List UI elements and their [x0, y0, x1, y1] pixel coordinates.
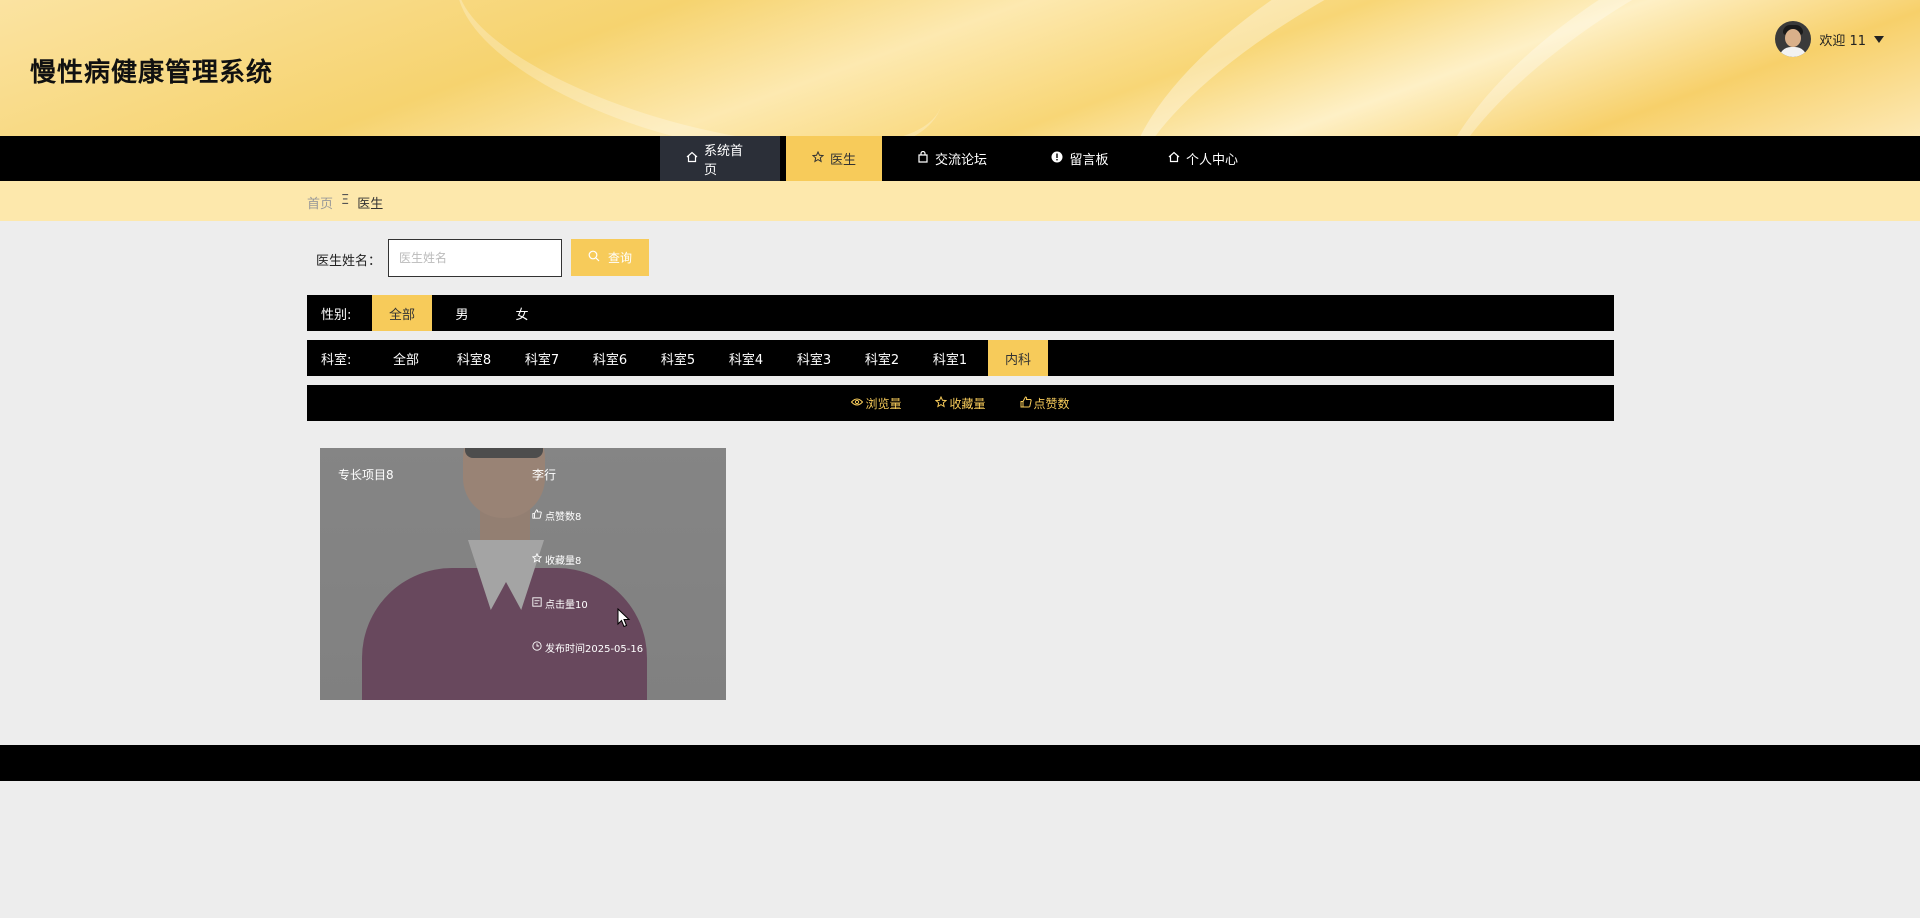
department-filter: 科室: 全部 科室8 科室7 科室6 科室5 科室4 科室3 科室2 科室1 内…: [307, 340, 1614, 376]
breadcrumb-current: 医生: [357, 197, 384, 212]
home-icon: [1168, 151, 1180, 166]
user-menu[interactable]: 欢迎 11: [1775, 21, 1884, 57]
sort-by-likes[interactable]: 点赞数: [1020, 395, 1070, 412]
breadcrumb: 首页 Ξ 医生: [307, 193, 383, 212]
doctor-published: 发布时间2025-05-16: [532, 640, 644, 655]
gender-filter-label: 性别:: [321, 307, 352, 323]
gender-filter: 性别: 全部 男 女: [307, 295, 1614, 331]
nav-item-doctor[interactable]: 医生: [786, 136, 882, 181]
nav-item-forum[interactable]: 交流论坛: [882, 136, 1022, 181]
nav-item-profile[interactable]: 个人中心: [1138, 136, 1268, 181]
department-option[interactable]: 科室8: [440, 340, 508, 376]
search-button[interactable]: 查询: [571, 239, 649, 276]
site-header: 慢性病健康管理系统 欢迎 11: [0, 0, 1920, 136]
breadcrumb-home[interactable]: 首页: [307, 193, 333, 212]
department-option[interactable]: 科室1: [916, 340, 984, 376]
star-icon: [531, 552, 543, 566]
doctor-specialty: 专长项目8: [338, 468, 394, 482]
doctor-favorites-text: 收藏量8: [545, 555, 582, 567]
gender-option-male[interactable]: 男: [432, 295, 492, 331]
department-option[interactable]: 科室3: [780, 340, 848, 376]
doctor-clicks-text: 点击量10: [545, 599, 588, 611]
breadcrumb-separator: Ξ: [341, 193, 350, 208]
home-icon: [686, 151, 698, 166]
avatar[interactable]: [1775, 21, 1812, 57]
sort-label: 浏览量: [865, 396, 902, 411]
doctor-likes: 点赞数8: [532, 508, 643, 523]
nav-item-home[interactable]: 系统首页: [660, 136, 780, 181]
header-decoration: [432, 0, 968, 136]
department-option[interactable]: 全部: [372, 340, 440, 376]
site-footer: [0, 745, 1920, 781]
doctor-published-text: 发布时间2025-05-16: [545, 643, 644, 655]
department-option[interactable]: 科室7: [508, 340, 576, 376]
sort-by-views[interactable]: 浏览量: [851, 395, 901, 412]
welcome-text[interactable]: 欢迎 11: [1819, 30, 1866, 49]
breadcrumb-bar: 首页 Ξ 医生: [0, 181, 1920, 221]
thumb-icon: [1020, 395, 1032, 411]
doctor-likes-text: 点赞数8: [545, 511, 582, 523]
department-option[interactable]: 科室2: [848, 340, 916, 376]
nav-item-label: 留言板: [1069, 153, 1109, 168]
doctor-name-input[interactable]: [388, 239, 562, 277]
department-option[interactable]: 科室5: [644, 340, 712, 376]
eye-icon: [851, 396, 864, 410]
thumb-icon: [532, 508, 542, 522]
star-icon: [935, 395, 948, 411]
gender-option-all[interactable]: 全部: [372, 295, 432, 331]
department-option-selected[interactable]: 内科: [988, 340, 1048, 376]
clock-icon: [532, 640, 542, 654]
site-title: 慢性病健康管理系统: [30, 58, 274, 88]
nav-item-label: 医生: [830, 153, 857, 168]
doctor-name: 李行: [532, 468, 557, 482]
gender-option-female[interactable]: 女: [492, 295, 552, 331]
card-overlay: [320, 448, 726, 700]
department-option[interactable]: 科室6: [576, 340, 644, 376]
alert-icon: [1051, 151, 1063, 166]
sort-label: 点赞数: [1033, 396, 1070, 411]
sort-label: 收藏量: [949, 396, 986, 411]
department-option[interactable]: 科室4: [712, 340, 780, 376]
doctor-info: 李行 点赞数8 收藏量8 点击量10 发布时间2025-05-16: [531, 466, 644, 684]
nav-item-label: 系统首页: [704, 143, 744, 178]
mouse-cursor-icon: [617, 607, 631, 632]
nav-item-label: 个人中心: [1185, 153, 1238, 168]
search-label: 医生姓名：: [316, 254, 382, 269]
star-icon: [811, 150, 825, 166]
search-button-label: 查询: [607, 251, 632, 265]
doctor-card[interactable]: 专长项目8 李行 点赞数8 收藏量8 点击量10 发布时间2025-05-16: [320, 448, 726, 700]
search-icon: [588, 250, 600, 265]
main-nav: 系统首页 医生 交流论坛 留言板 个人中心: [0, 136, 1920, 181]
caret-down-icon[interactable]: [1874, 35, 1884, 43]
department-filter-label: 科室:: [321, 352, 352, 368]
sort-bar: 浏览量 收藏量 点赞数: [307, 385, 1614, 421]
sort-by-favorites[interactable]: 收藏量: [935, 395, 986, 412]
nav-item-label: 交流论坛: [934, 153, 987, 168]
clicks-icon: [532, 596, 542, 610]
nav-item-message-board[interactable]: 留言板: [1022, 136, 1138, 181]
doctor-favorites: 收藏量8: [531, 552, 643, 567]
bag-icon: [917, 150, 929, 166]
